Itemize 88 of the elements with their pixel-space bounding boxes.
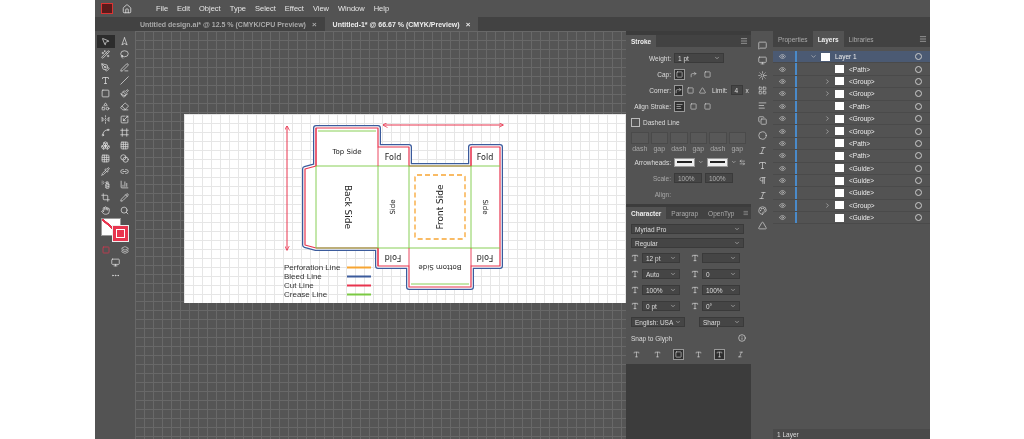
eye-icon[interactable]: [778, 201, 786, 209]
italic-icon[interactable]: [757, 191, 767, 200]
legend-label: Crease Line: [284, 290, 328, 299]
type-icon: [631, 286, 639, 294]
fill-stroke-swatches[interactable]: [100, 218, 131, 242]
chevron-icon[interactable]: [824, 201, 831, 209]
caret-icon[interactable]: [670, 287, 676, 293]
option-icon[interactable]: [674, 84, 683, 96]
caret-icon[interactable]: [698, 159, 704, 165]
eye-icon[interactable]: [778, 152, 786, 160]
arrowhead-select[interactable]: [706, 157, 728, 167]
eye-icon[interactable]: [778, 115, 786, 123]
caret-icon[interactable]: [730, 159, 737, 165]
app-logo: [101, 3, 113, 14]
copy-icon[interactable]: [757, 116, 767, 125]
type-icon: [691, 270, 699, 278]
sun-icon[interactable]: [757, 71, 767, 80]
eye-icon[interactable]: [778, 90, 786, 98]
menu-icon[interactable]: [742, 209, 748, 217]
type-icon: [691, 286, 699, 294]
legend-label: Cut Line: [284, 281, 314, 290]
type-icon: [631, 254, 639, 262]
caret-icon[interactable]: [730, 287, 736, 293]
type-icon: [691, 302, 699, 310]
chevron-icon[interactable]: [810, 53, 817, 61]
legend-label: Bleed Line: [284, 272, 322, 281]
eye-icon[interactable]: [778, 189, 786, 197]
circle-icon[interactable]: [757, 131, 767, 140]
panel-label: Fold: [476, 152, 494, 162]
eye-icon[interactable]: [778, 127, 786, 135]
comment-icon[interactable]: [757, 41, 767, 50]
panel-label: Fold: [476, 252, 494, 262]
panel-label: Front Side: [434, 184, 445, 230]
option-icon[interactable]: [702, 68, 713, 80]
option-icon[interactable]: [672, 348, 684, 360]
close-button[interactable]: ×: [465, 19, 471, 29]
swap-icon[interactable]: [739, 158, 746, 166]
option-icon[interactable]: [674, 68, 685, 80]
align-icon[interactable]: [757, 101, 767, 110]
caret-icon[interactable]: [734, 240, 740, 246]
option-icon[interactable]: [714, 348, 726, 360]
value-field[interactable]: [702, 253, 740, 263]
legend-label: Perforation Line: [284, 263, 341, 272]
type-icon: [631, 302, 639, 310]
eye-icon[interactable]: [778, 65, 786, 73]
caret-icon[interactable]: [730, 271, 736, 277]
type-icon: [631, 270, 639, 278]
panel-label: Back Side: [342, 184, 353, 230]
caret-icon[interactable]: [734, 319, 740, 325]
arrowhead-select[interactable]: [674, 157, 696, 167]
eye-icon[interactable]: [778, 53, 786, 61]
caret-icon[interactable]: [670, 271, 676, 277]
option-icon[interactable]: [698, 84, 707, 96]
monitor-icon[interactable]: [757, 56, 767, 65]
palette-icon[interactable]: [757, 206, 767, 215]
menu-icon[interactable]: [919, 35, 927, 43]
panel-label: Fold: [384, 152, 402, 162]
option-icon[interactable]: [702, 100, 713, 112]
caret-icon[interactable]: [730, 255, 736, 261]
panel-label: Fold: [384, 252, 402, 262]
triangle-icon[interactable]: [757, 221, 767, 230]
eye-icon[interactable]: [778, 102, 786, 110]
eye-icon[interactable]: [778, 139, 786, 147]
type-icon[interactable]: [757, 161, 767, 170]
option-icon[interactable]: [688, 100, 699, 112]
info-icon[interactable]: [738, 334, 746, 342]
menu-icon[interactable]: [740, 37, 748, 45]
eye-icon[interactable]: [778, 177, 786, 185]
type-icon: [691, 254, 699, 262]
eye-icon[interactable]: [778, 77, 786, 85]
caret-icon[interactable]: [714, 55, 720, 61]
option-icon[interactable]: [686, 84, 695, 96]
paragraph-icon[interactable]: [757, 176, 767, 185]
caret-icon[interactable]: [670, 303, 676, 309]
eye-icon[interactable]: [778, 214, 786, 222]
checkbox[interactable]: [631, 117, 640, 127]
close-button[interactable]: ×: [311, 19, 317, 29]
caret-icon[interactable]: [675, 319, 681, 325]
grid-icon[interactable]: [757, 86, 767, 95]
pointer-icon[interactable]: [96, 35, 115, 48]
caret-icon[interactable]: [734, 226, 740, 232]
caret-icon[interactable]: [730, 303, 736, 309]
caret-icon[interactable]: [670, 255, 676, 261]
italic-icon[interactable]: [757, 146, 767, 155]
home-icon[interactable]: [122, 3, 132, 14]
option-icon[interactable]: [674, 100, 685, 112]
eye-icon[interactable]: [778, 164, 786, 172]
option-icon[interactable]: [688, 68, 699, 80]
